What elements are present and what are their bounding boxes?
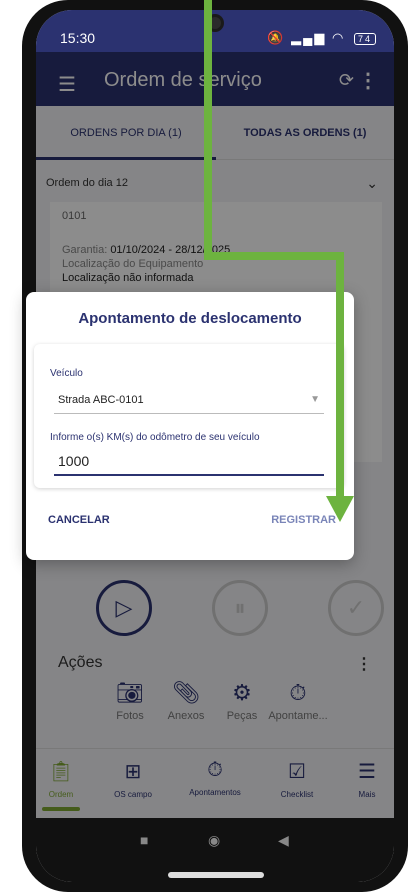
recent-apps-icon[interactable]: ■ (140, 832, 148, 848)
vehicle-select[interactable]: Strada ABC-0101 ▼ (54, 390, 324, 414)
vehicle-value: Strada ABC-0101 (58, 394, 144, 406)
odometer-label: Informe o(s) KM(s) do odômetro de seu ve… (50, 432, 260, 443)
back-icon[interactable]: ◀ (278, 832, 289, 849)
status-time: 15:30 (60, 30, 96, 46)
cancel-button[interactable]: CANCELAR (48, 514, 110, 526)
battery-icon: 74 (353, 33, 376, 45)
odometer-input[interactable] (54, 448, 324, 476)
status-icons: 🔕 ▂▄▆ ◠ 74 (267, 30, 376, 46)
travel-log-dialog: Apontamento de deslocamento Veículo Stra… (26, 292, 354, 560)
home-icon[interactable]: ◉ (208, 832, 220, 849)
signal-icon: ▂▄▆ (291, 30, 327, 45)
system-nav-bar: ■ ◉ ◀ (36, 818, 394, 882)
register-button[interactable]: REGISTRAR (271, 514, 336, 526)
vehicle-label: Veículo (50, 368, 83, 379)
dialog-title: Apontamento de deslocamento (78, 310, 302, 327)
front-camera (206, 14, 224, 32)
mute-icon: 🔕 (267, 30, 286, 45)
dropdown-arrow-icon: ▼ (310, 394, 320, 405)
home-indicator[interactable] (168, 872, 264, 878)
wifi-icon: ◠ (332, 30, 346, 45)
dialog-form: Veículo Strada ABC-0101 ▼ Informe o(s) K… (34, 344, 344, 488)
